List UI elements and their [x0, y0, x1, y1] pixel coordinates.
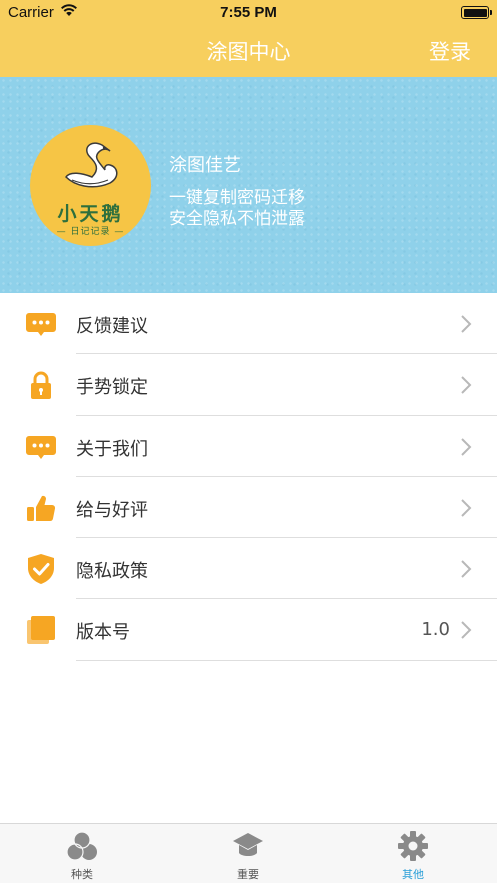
chevron-right-icon	[461, 376, 472, 395]
menu-item-feedback[interactable]: 反馈建议	[0, 293, 497, 355]
settings-menu: 反馈建议 手势锁定 关于我们 给与好评 隐私政策 版本号 1.0	[0, 293, 497, 661]
page-title: 涂图中心	[206, 40, 291, 64]
menu-item-label: 版本号	[76, 622, 130, 644]
tab-categories[interactable]: 种类	[32, 824, 132, 883]
chevron-right-icon	[461, 560, 472, 578]
lock-icon	[31, 371, 51, 400]
tab-label: 重要	[237, 868, 259, 881]
menu-item-rate[interactable]: 给与好评	[0, 477, 497, 539]
tab-other[interactable]: 其他	[363, 824, 463, 883]
gear-icon	[398, 831, 428, 861]
chevron-right-icon	[461, 315, 472, 333]
layers-icon	[27, 616, 55, 645]
version-value: 1.0	[421, 619, 450, 641]
tab-bar: 种类 重要 其他	[0, 823, 497, 883]
logo-subtitle: — 日记记录 —	[56, 227, 125, 237]
menu-item-label: 手势锁定	[76, 377, 148, 399]
app-description-line: 安全隐私不怕泄露	[169, 209, 305, 229]
menu-item-label: 隐私政策	[76, 561, 148, 583]
menu-item-version[interactable]: 版本号 1.0	[0, 599, 497, 661]
battery-icon	[461, 6, 492, 19]
app-description-line: 一键复制密码迁移	[169, 188, 305, 208]
chevron-right-icon	[461, 499, 472, 517]
logo-title: 小天鹅	[57, 203, 124, 225]
chat-bubble-icon	[26, 313, 56, 336]
menu-item-about[interactable]: 关于我们	[0, 416, 497, 477]
tab-label: 其他	[402, 868, 424, 881]
status-time: 7:55 PM	[220, 4, 277, 21]
status-bar: Carrier 7:55 PM	[0, 0, 497, 26]
menu-item-privacy[interactable]: 隐私政策	[0, 538, 497, 600]
divider	[76, 659, 497, 661]
menu-item-label: 反馈建议	[76, 316, 148, 337]
graduation-cap-icon	[233, 833, 263, 856]
tab-important[interactable]: 重要	[198, 824, 298, 883]
chevron-right-icon	[461, 621, 472, 640]
chat-bubble-icon	[26, 435, 56, 459]
profile-banner: 小天鹅 — 日记记录 — 涂图佳艺 一键复制密码迁移 安全隐私不怕泄露	[0, 77, 497, 293]
app-logo: 小天鹅 — 日记记录 —	[30, 125, 151, 246]
app-name: 涂图佳艺	[169, 155, 241, 176]
app-description: 一键复制密码迁移 安全隐私不怕泄露	[169, 188, 305, 230]
circles-icon	[66, 831, 97, 861]
tab-label: 种类	[71, 868, 93, 881]
menu-item-label: 关于我们	[76, 438, 148, 460]
top-bar: Carrier 7:55 PM 涂图中心 登录	[0, 0, 497, 77]
chevron-right-icon	[461, 437, 472, 456]
thumbs-up-icon	[27, 495, 56, 521]
menu-item-label: 给与好评	[76, 499, 148, 521]
shield-check-icon	[28, 554, 54, 585]
login-button[interactable]: 登录	[429, 36, 471, 66]
menu-item-gesture-lock[interactable]: 手势锁定	[0, 354, 497, 416]
